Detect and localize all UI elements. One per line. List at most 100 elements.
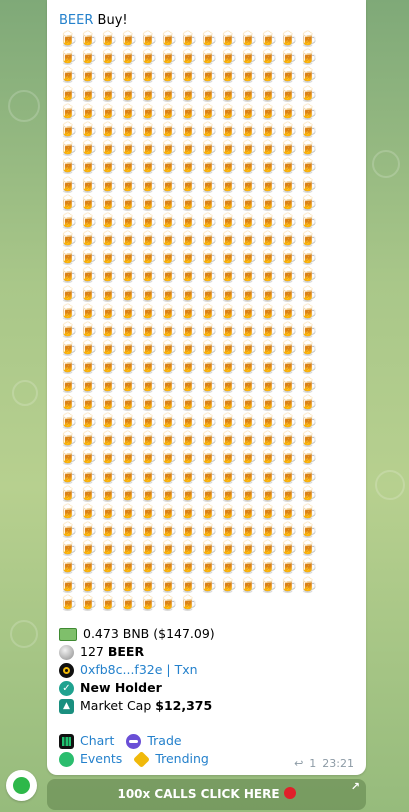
beer-emoji: 🍺	[219, 66, 241, 85]
beer-emoji: 🍺	[279, 211, 301, 230]
beer-emoji: 🍺	[279, 393, 301, 412]
beer-emoji: 🍺	[79, 375, 101, 394]
beer-emoji: 🍺	[59, 48, 81, 67]
beer-emoji: 🍺	[119, 502, 141, 521]
beer-emoji: 🍺	[59, 211, 81, 230]
beer-emoji: 🍺	[59, 448, 81, 467]
beer-emoji: 🍺	[79, 211, 101, 230]
beer-emoji: 🍺	[199, 84, 221, 103]
beer-emoji: 🍺	[259, 339, 281, 358]
beer-emoji: 🍺	[239, 302, 261, 321]
beer-row: 🍺🍺🍺🍺🍺🍺🍺🍺🍺🍺🍺🍺🍺	[59, 521, 359, 539]
beer-emoji: 🍺	[139, 139, 161, 158]
beer-emoji: 🍺	[239, 575, 261, 594]
chart-link[interactable]: Chart	[80, 732, 114, 750]
beer-emoji: 🍺	[219, 375, 241, 394]
button-row-1: Chart Trade	[59, 732, 209, 750]
beer-emoji: 🍺	[139, 102, 161, 121]
beer-emoji: 🍺	[259, 30, 281, 48]
beer-emoji: 🍺	[159, 357, 181, 376]
beer-emoji: 🍺	[299, 502, 321, 521]
beer-row: 🍺🍺🍺🍺🍺🍺🍺🍺🍺🍺🍺🍺🍺	[59, 248, 359, 266]
token-symbol: BEER	[107, 644, 145, 659]
beer-emoji: 🍺	[79, 193, 101, 212]
beer-emoji: 🍺	[219, 357, 241, 376]
beer-emoji: 🍺	[299, 539, 321, 558]
beer-emoji: 🍺	[159, 248, 181, 267]
beer-emoji: 🍺	[239, 466, 261, 485]
beer-emoji: 🍺	[79, 539, 101, 558]
beer-emoji: 🍺	[179, 248, 201, 267]
beer-emoji: 🍺	[239, 521, 261, 540]
trending-link[interactable]: Trending	[155, 750, 209, 768]
beer-emoji: 🍺	[239, 557, 261, 576]
beer-emoji: 🍺	[239, 339, 261, 358]
tx-address-link[interactable]: 0xfb8c...f32e	[80, 661, 162, 679]
events-link[interactable]: Events	[80, 750, 122, 768]
reply-icon[interactable]: ↩	[294, 757, 303, 770]
beer-emoji: 🍺	[299, 139, 321, 158]
beer-emoji: 🍺	[139, 448, 161, 467]
beer-emoji: 🍺	[299, 393, 321, 412]
beer-emoji: 🍺	[79, 302, 101, 321]
beer-row: 🍺🍺🍺🍺🍺🍺🍺🍺🍺🍺🍺🍺🍺	[59, 448, 359, 466]
beer-emoji: 🍺	[59, 321, 81, 339]
beer-emoji: 🍺	[239, 321, 261, 339]
beer-emoji: 🍺	[299, 321, 321, 339]
beer-emoji: 🍺	[279, 411, 301, 430]
beer-emoji: 🍺	[259, 484, 281, 503]
beer-emoji: 🍺	[79, 484, 101, 503]
bnb-chain-icon	[59, 662, 74, 678]
beer-emoji: 🍺	[139, 266, 161, 285]
beer-emoji: 🍺	[179, 339, 201, 358]
beer-emoji: 🍺	[279, 448, 301, 467]
beer-emoji: 🍺	[139, 411, 161, 430]
beer-emoji: 🍺	[299, 48, 321, 67]
txn-link[interactable]: Txn	[175, 661, 198, 679]
beer-emoji: 🍺	[59, 393, 81, 412]
beer-emoji: 🍺	[79, 120, 101, 139]
beer-emoji: 🍺	[239, 102, 261, 121]
beer-row: 🍺🍺🍺🍺🍺🍺🍺🍺🍺🍺🍺🍺🍺	[59, 376, 359, 394]
beer-row: 🍺🍺🍺🍺🍺🍺🍺🍺🍺🍺🍺🍺🍺	[59, 503, 359, 521]
beer-emoji: 🍺	[259, 557, 281, 576]
beer-emoji: 🍺	[59, 430, 81, 449]
beer-emoji: 🍺	[299, 66, 321, 85]
beer-emoji: 🍺	[279, 375, 301, 394]
beer-emoji: 🍺	[219, 211, 241, 230]
beer-emoji: 🍺	[199, 193, 221, 212]
beer-row: 🍺🍺🍺🍺🍺🍺🍺🍺🍺🍺🍺🍺🍺	[59, 576, 359, 594]
beer-emoji: 🍺	[179, 284, 201, 303]
beer-emoji: 🍺	[59, 248, 81, 267]
beer-row: 🍺🍺🍺🍺🍺🍺🍺🍺🍺🍺🍺🍺🍺	[59, 157, 359, 175]
beer-emoji: 🍺	[219, 284, 241, 303]
beer-emoji: 🍺	[219, 339, 241, 358]
beer-emoji: 🍺	[199, 339, 221, 358]
beer-emoji: 🍺	[279, 48, 301, 67]
beer-row: 🍺🍺🍺🍺🍺🍺🍺🍺🍺🍺🍺🍺🍺	[59, 412, 359, 430]
beer-emoji: 🍺	[299, 211, 321, 230]
calls-button[interactable]: 100x CALLS CLICK HERE ↗	[47, 779, 366, 810]
beer-emoji: 🍺	[219, 411, 241, 430]
trade-link[interactable]: Trade	[147, 732, 181, 750]
link-buttons: Chart Trade Events Trending	[59, 732, 209, 768]
beer-row: 🍺🍺🍺🍺🍺🍺🍺🍺🍺🍺🍺🍺🍺	[59, 321, 359, 339]
beer-emoji: 🍺	[119, 284, 141, 303]
money-icon	[59, 627, 77, 641]
beer-emoji: 🍺	[219, 448, 241, 467]
token-link[interactable]: BEER	[59, 13, 93, 28]
beer-emoji: 🍺	[239, 30, 261, 48]
beer-emoji: 🍺	[219, 430, 241, 449]
beer-emoji: 🍺	[179, 84, 201, 103]
beer-emoji: 🍺	[239, 411, 261, 430]
beer-emoji: 🍺	[279, 321, 301, 339]
beer-emoji: 🍺	[179, 466, 201, 485]
beer-emoji: 🍺	[259, 302, 281, 321]
beer-emoji: 🍺	[99, 339, 121, 358]
external-link-icon: ↗	[350, 780, 360, 793]
beer-emoji: 🍺	[219, 266, 241, 285]
market-cap-value: $12,375	[155, 698, 213, 713]
beer-emoji: 🍺	[299, 248, 321, 267]
beer-emoji: 🍺	[259, 230, 281, 249]
avatar[interactable]	[6, 770, 37, 801]
